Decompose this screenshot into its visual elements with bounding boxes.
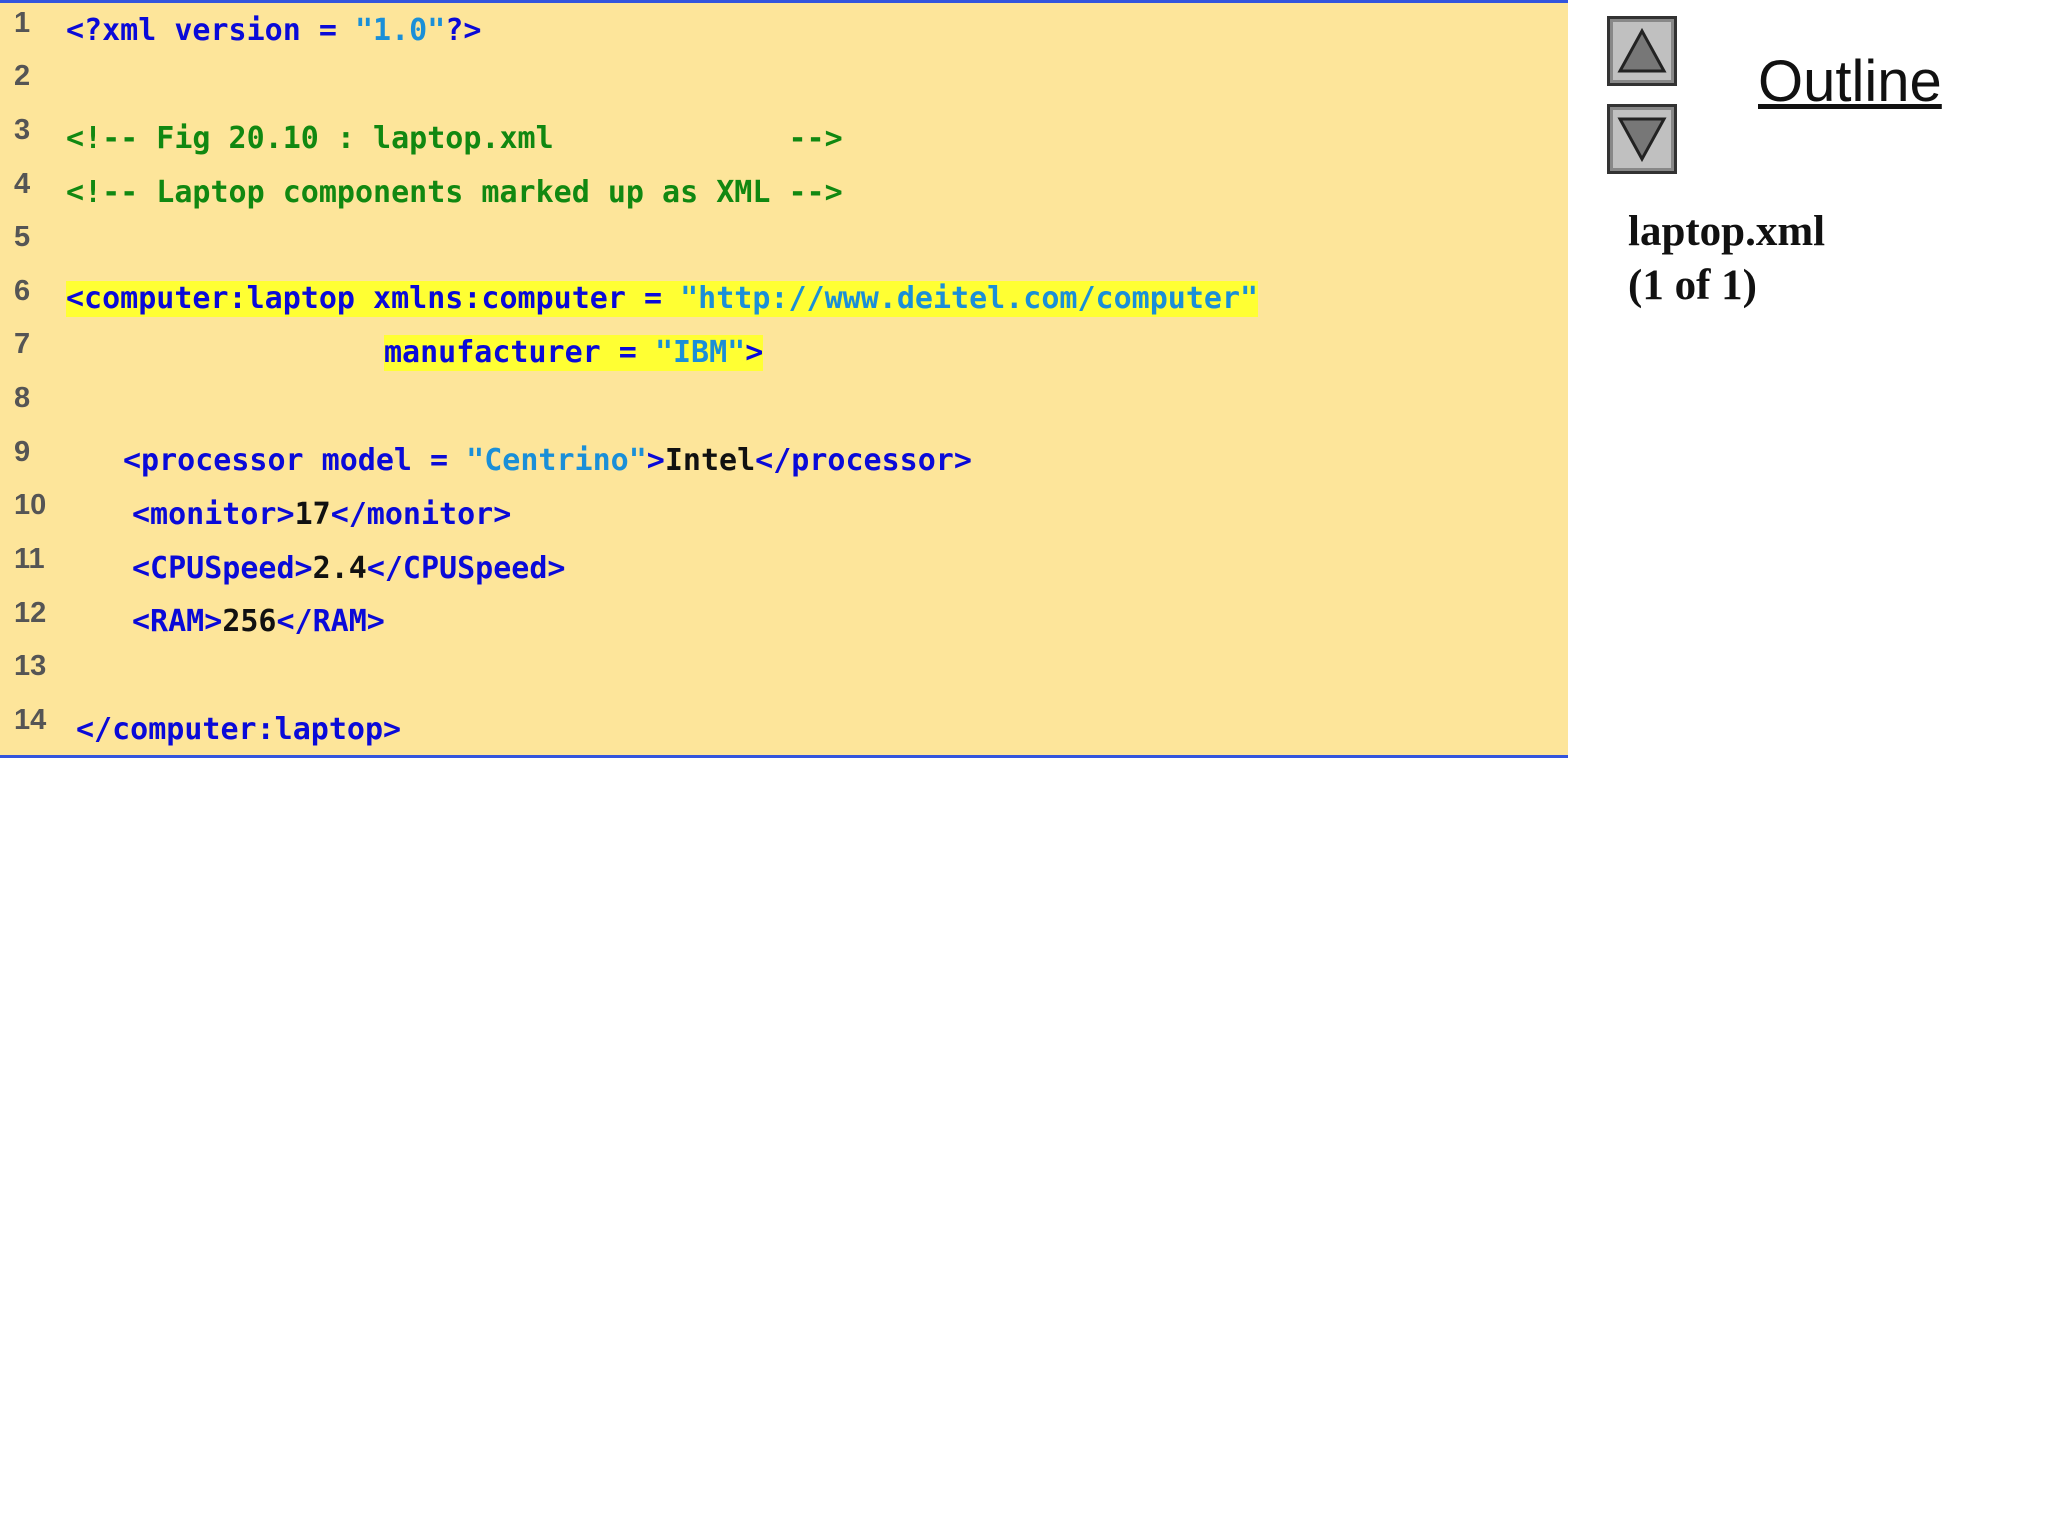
scroll-down-button[interactable]	[1607, 104, 1677, 174]
attr-value: "IBM"	[654, 335, 746, 370]
ram-end-tag: </RAM>	[276, 604, 385, 639]
attr-value: "Centrino"	[466, 443, 647, 478]
code-listing-panel: 1 2 3 4 5 6 7 8 9 10 11 12 13 14 <?xml v…	[0, 0, 1568, 758]
xml-declaration: <?xml version =	[66, 13, 355, 48]
code-line-11: <CPUSpeed>2.4</CPUSpeed>	[132, 551, 566, 587]
line-number: 4	[14, 168, 31, 200]
triangle-down-icon	[1617, 117, 1667, 163]
attr-name: manufacturer =	[384, 335, 655, 370]
monitor-end-tag: </monitor>	[330, 497, 512, 532]
triangle-up-icon	[1617, 27, 1667, 73]
line-number: 1	[14, 7, 31, 39]
line-number: 5	[14, 221, 31, 253]
line-number: 3	[14, 114, 31, 146]
cpuspeed-start-tag: <CPUSpeed>	[132, 551, 313, 586]
line-number: 13	[14, 650, 47, 682]
code-line-3-comment: <!-- Fig 20.10 : laptop.xml -->	[66, 121, 843, 156]
tag-close: >	[745, 335, 764, 370]
line-number: 9	[14, 436, 31, 468]
line-number: 2	[14, 60, 31, 92]
code-line-14: </computer:laptop>	[76, 712, 402, 747]
slide-page: 1 2 3 4 5 6 7 8 9 10 11 12 13 14 <?xml v…	[0, 0, 2048, 1536]
line-number: 6	[14, 275, 31, 307]
code-line-7-highlighted: manufacturer = "IBM">	[384, 335, 764, 371]
scroll-up-button[interactable]	[1607, 16, 1677, 86]
ram-start-tag: <RAM>	[132, 604, 223, 639]
code-line-12: <RAM>256</RAM>	[132, 604, 385, 640]
code-line-6-highlighted: <computer:laptop xmlns:computer = "http:…	[66, 281, 1259, 317]
code-line-1: <?xml version = "1.0"?>	[66, 13, 481, 49]
tag-close: >	[646, 443, 665, 478]
line-number: 11	[14, 543, 45, 575]
file-caption: laptop.xml (1 of 1)	[1628, 205, 1825, 313]
xml-declaration-end: ?>	[445, 13, 482, 48]
processor-end-tag: </processor>	[755, 443, 972, 478]
outline-link[interactable]: Outline	[1758, 48, 1942, 115]
line-number: 8	[14, 382, 31, 414]
cpuspeed-end-tag: </CPUSpeed>	[366, 551, 566, 586]
attr-value: "1.0"	[354, 13, 446, 48]
root-start-tag: <computer:laptop xmlns:computer =	[66, 281, 681, 316]
namespace-uri: "http://www.deitel.com/computer"	[680, 281, 1259, 316]
file-name: laptop.xml	[1628, 208, 1826, 255]
element-content: 256	[222, 604, 277, 639]
line-number: 10	[14, 489, 47, 521]
line-number: 14	[14, 704, 47, 736]
code-line-10: <monitor>17</monitor>	[132, 497, 511, 533]
line-number: 7	[14, 328, 31, 360]
code-line-4-comment: <!-- Laptop components marked up as XML …	[66, 175, 843, 210]
processor-start-tag: <processor model =	[123, 443, 467, 478]
element-content: 17	[294, 497, 331, 532]
code-line-9: <processor model = "Centrino">Intel</pro…	[123, 443, 972, 479]
monitor-start-tag: <monitor>	[132, 497, 295, 532]
line-number: 12	[14, 597, 47, 629]
element-content: Intel	[664, 443, 756, 478]
element-content: 2.4	[312, 551, 367, 586]
page-indicator: (1 of 1)	[1628, 262, 1757, 309]
